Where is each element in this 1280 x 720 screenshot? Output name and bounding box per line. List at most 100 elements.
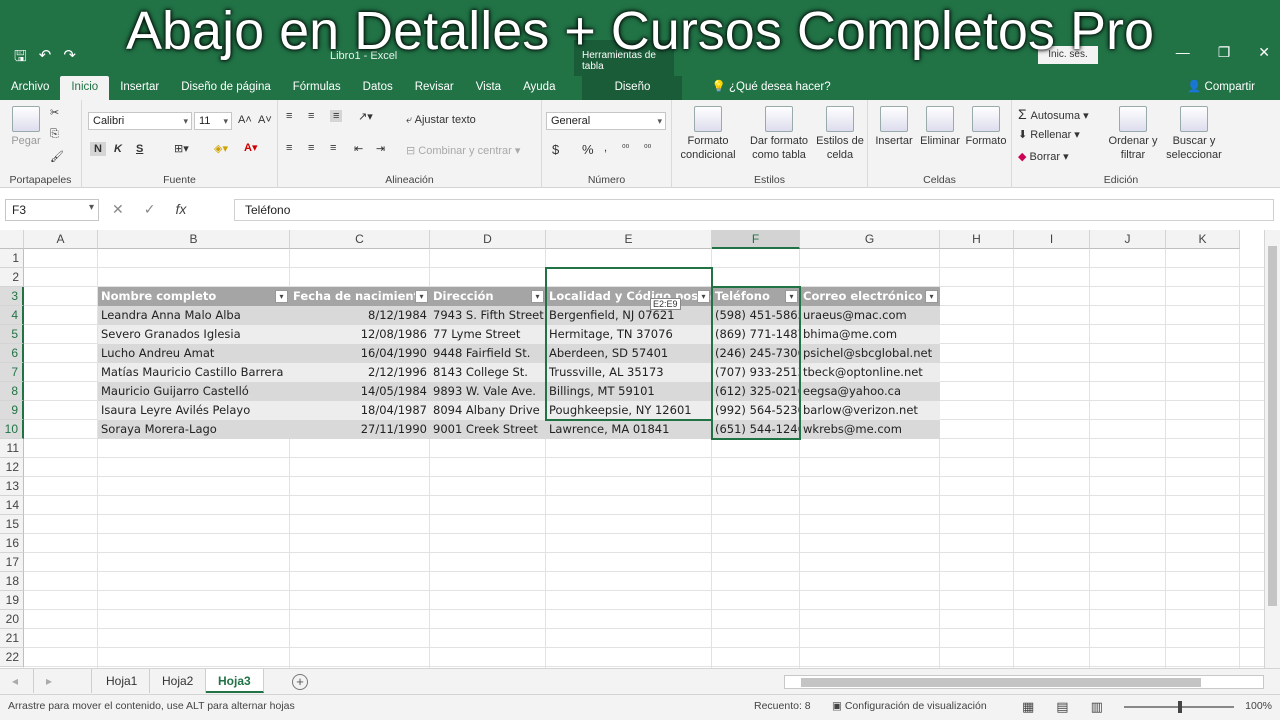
- table-cell[interactable]: (707) 933-2513: [712, 363, 800, 382]
- insert-cells-button[interactable]: Insertar: [872, 106, 916, 148]
- undo-icon[interactable]: ↶: [39, 46, 52, 71]
- table-cell[interactable]: 77 Lyme Street: [430, 325, 546, 344]
- percent-button[interactable]: %: [582, 142, 594, 157]
- row-header-1[interactable]: 1: [0, 249, 24, 268]
- table-cell[interactable]: Mauricio Guijarro Castelló: [98, 382, 290, 401]
- table-header-cell[interactable]: Localidad y Código postal ▾: [546, 287, 712, 306]
- format-painter-icon[interactable]: 🖌: [50, 150, 64, 163]
- font-family-select[interactable]: Calibri: [88, 112, 192, 130]
- bold-button[interactable]: N: [90, 142, 106, 156]
- decrease-indent-icon[interactable]: ⇤: [354, 142, 363, 155]
- filter-dropdown-icon[interactable]: ▾: [275, 290, 288, 303]
- table-cell[interactable]: (246) 245-7306: [712, 344, 800, 363]
- row-header-22[interactable]: 22: [0, 648, 24, 667]
- table-cell[interactable]: Billings, MT 59101: [546, 382, 712, 401]
- column-header-a[interactable]: A: [24, 230, 98, 249]
- tab-home[interactable]: Inicio: [60, 76, 110, 100]
- table-cell[interactable]: (612) 325-0216: [712, 382, 800, 401]
- zoom-slider-knob[interactable]: [1178, 701, 1182, 713]
- row-header-21[interactable]: 21: [0, 629, 24, 648]
- clear-button[interactable]: ◆ Borrar ▾: [1018, 150, 1069, 163]
- table-cell[interactable]: 8143 College St.: [430, 363, 546, 382]
- column-header-b[interactable]: B: [98, 230, 290, 249]
- table-cell[interactable]: 8094 Albany Drive: [430, 401, 546, 420]
- tab-help[interactable]: Ayuda: [512, 76, 566, 100]
- table-header-cell[interactable]: Nombre completo ▾: [98, 287, 290, 306]
- table-cell[interactable]: barlow@verizon.net: [800, 401, 940, 420]
- sheet-nav-prev-icon[interactable]: ◂: [0, 669, 34, 693]
- name-box[interactable]: F3: [5, 199, 99, 221]
- table-cell[interactable]: bhima@me.com: [800, 325, 940, 344]
- share-button[interactable]: 👤 Compartir: [1176, 76, 1266, 100]
- formula-input[interactable]: Teléfono: [234, 199, 1274, 221]
- row-header-18[interactable]: 18: [0, 572, 24, 591]
- row-header-15[interactable]: 15: [0, 515, 24, 534]
- table-cell[interactable]: (992) 564-5230: [712, 401, 800, 420]
- increase-font-icon[interactable]: A˄: [238, 114, 252, 126]
- row-header-3[interactable]: 3: [0, 287, 24, 306]
- table-cell[interactable]: Leandra Anna Malo Alba: [98, 306, 290, 325]
- row-header-8[interactable]: 8: [0, 382, 24, 401]
- tab-review[interactable]: Revisar: [404, 76, 465, 100]
- wrap-text-button[interactable]: ⤶ Ajustar texto: [406, 114, 476, 127]
- currency-button[interactable]: $: [552, 142, 559, 157]
- cut-icon[interactable]: ✂: [50, 106, 59, 119]
- sort-filter-button[interactable]: Ordenar y filtrar: [1104, 106, 1162, 162]
- zoom-slider[interactable]: [1124, 701, 1234, 713]
- align-left-icon[interactable]: ≡: [286, 142, 292, 154]
- table-cell[interactable]: Lawrence, MA 01841: [546, 420, 712, 439]
- table-cell[interactable]: 18/04/1987: [290, 401, 430, 420]
- row-header-16[interactable]: 16: [0, 534, 24, 553]
- row-header-11[interactable]: 11: [0, 439, 24, 458]
- table-cell[interactable]: 14/05/1984: [290, 382, 430, 401]
- increase-decimal-icon[interactable]: ⁰⁰: [622, 143, 629, 154]
- insert-function-icon[interactable]: fx: [175, 201, 186, 218]
- fill-button[interactable]: ⬇ Rellenar ▾: [1018, 128, 1080, 141]
- fill-color-icon[interactable]: ◈▾: [214, 142, 228, 155]
- table-cell[interactable]: psichel@sbcglobal.net: [800, 344, 940, 363]
- italic-button[interactable]: K: [114, 143, 122, 155]
- select-all-corner[interactable]: [0, 230, 24, 249]
- table-cell[interactable]: 16/04/1990: [290, 344, 430, 363]
- enter-icon[interactable]: ✓: [144, 201, 156, 218]
- row-header-10[interactable]: 10: [0, 420, 24, 439]
- font-size-select[interactable]: 11: [194, 112, 232, 130]
- column-header-j[interactable]: J: [1090, 230, 1166, 249]
- row-header-4[interactable]: 4: [0, 306, 24, 325]
- filter-dropdown-icon[interactable]: ▾: [785, 290, 798, 303]
- filter-dropdown-icon[interactable]: ▾: [697, 290, 710, 303]
- find-select-button[interactable]: Buscar y seleccionar: [1162, 106, 1226, 162]
- close-icon[interactable]: ✕: [1258, 44, 1270, 61]
- table-cell[interactable]: 9448 Fairfield St.: [430, 344, 546, 363]
- sheet-tab-hoja2[interactable]: Hoja2: [150, 669, 207, 693]
- format-cells-button[interactable]: Formato: [964, 106, 1008, 148]
- tab-file[interactable]: Archivo: [0, 76, 60, 100]
- align-right-icon[interactable]: ≡: [330, 142, 336, 154]
- table-cell[interactable]: Matías Mauricio Castillo Barrera: [98, 363, 290, 382]
- align-top-icon[interactable]: ≡: [286, 110, 292, 122]
- row-header-17[interactable]: 17: [0, 553, 24, 572]
- table-cell[interactable]: 9893 W. Vale Ave.: [430, 382, 546, 401]
- table-cell[interactable]: Lucho Andreu Amat: [98, 344, 290, 363]
- vertical-scroll-thumb[interactable]: [1268, 246, 1277, 606]
- decrease-decimal-icon[interactable]: ⁰⁰: [644, 143, 651, 154]
- decrease-font-icon[interactable]: A˅: [258, 114, 272, 126]
- tab-data[interactable]: Datos: [352, 76, 404, 100]
- table-cell[interactable]: Hermitage, TN 37076: [546, 325, 712, 344]
- minimize-icon[interactable]: —: [1176, 44, 1190, 61]
- copy-icon[interactable]: ⎘: [50, 128, 59, 141]
- column-header-f[interactable]: F: [712, 230, 800, 249]
- table-cell[interactable]: Severo Granados Iglesia: [98, 325, 290, 344]
- format-as-table-button[interactable]: Dar formato como tabla: [746, 106, 812, 162]
- tab-formulas[interactable]: Fórmulas: [282, 76, 352, 100]
- borders-icon[interactable]: ⊞▾: [174, 142, 189, 155]
- save-icon[interactable]: 🖫: [14, 46, 27, 71]
- column-header-h[interactable]: H: [940, 230, 1014, 249]
- align-center-icon[interactable]: ≡: [308, 142, 314, 154]
- vertical-scrollbar[interactable]: [1264, 230, 1280, 668]
- normal-view-icon[interactable]: ▦: [1022, 699, 1034, 715]
- table-cell[interactable]: 9001 Creek Street: [430, 420, 546, 439]
- underline-button[interactable]: S: [136, 143, 143, 155]
- align-middle-icon[interactable]: ≡: [308, 110, 314, 122]
- column-header-g[interactable]: G: [800, 230, 940, 249]
